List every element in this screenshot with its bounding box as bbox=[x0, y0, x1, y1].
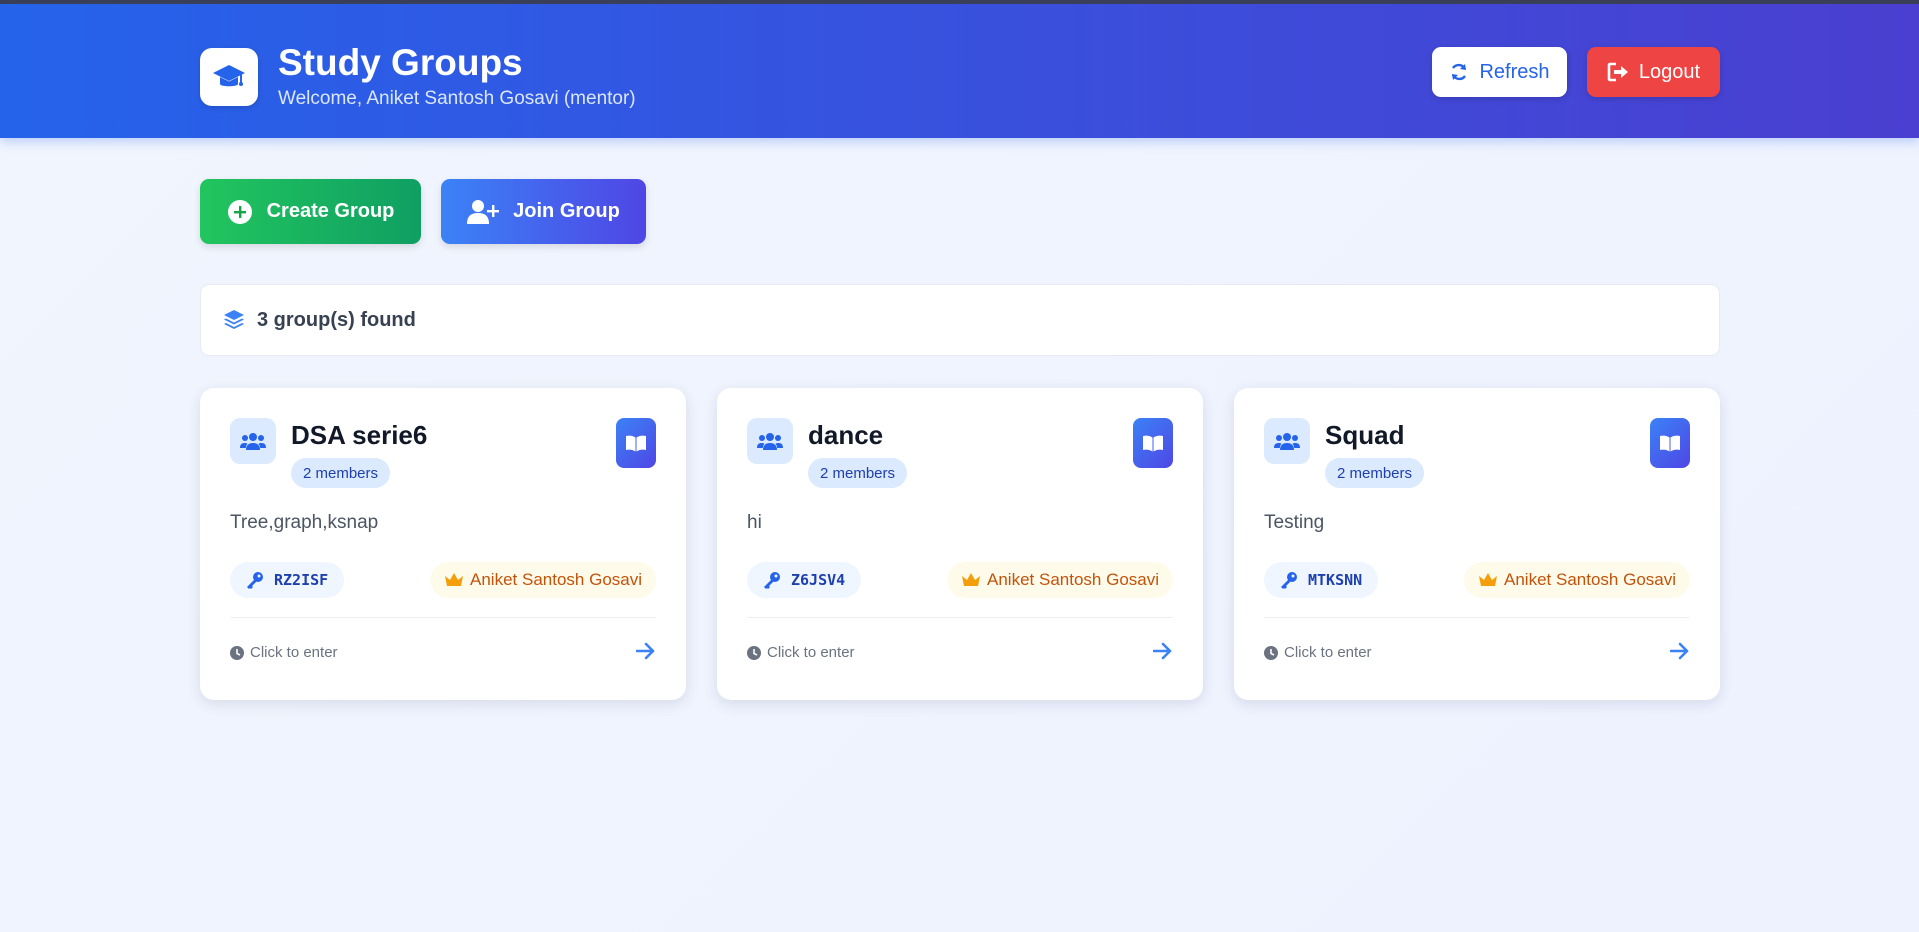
crown-icon bbox=[1479, 573, 1498, 586]
enter-hint: Click to enter bbox=[1264, 644, 1372, 661]
create-group-label: Create Group bbox=[266, 200, 395, 222]
enter-hint: Click to enter bbox=[747, 644, 855, 661]
logout-button[interactable]: Logout bbox=[1587, 47, 1720, 97]
page-title: Study Groups bbox=[278, 42, 523, 83]
owner-badge: Aniket Santosh Gosavi bbox=[1464, 562, 1690, 598]
crown-icon bbox=[962, 573, 981, 586]
group-name: dance bbox=[808, 420, 884, 450]
group-name: Squad bbox=[1325, 420, 1405, 450]
group-card[interactable]: Squad 2 members Testing MTKSNN Aniket Sa… bbox=[1234, 388, 1720, 700]
user-plus-icon bbox=[467, 199, 500, 224]
group-code: MTKSNN bbox=[1308, 571, 1363, 589]
users-icon bbox=[230, 418, 276, 464]
graduation-cap-icon bbox=[200, 48, 258, 106]
key-icon bbox=[247, 572, 263, 589]
card-divider bbox=[747, 617, 1173, 618]
users-icon bbox=[747, 418, 793, 464]
group-card[interactable]: dance 2 members hi Z6JSV4 Aniket Santosh… bbox=[717, 388, 1203, 700]
enter-hint-text: Click to enter bbox=[767, 644, 855, 661]
users-icon bbox=[1264, 418, 1310, 464]
group-description: Testing bbox=[1264, 512, 1325, 533]
clock-icon bbox=[747, 645, 761, 660]
brand-text: Study Groups Welcome, Aniket Santosh Gos… bbox=[278, 42, 636, 112]
owner-name: Aniket Santosh Gosavi bbox=[987, 570, 1159, 589]
arrow-right-icon[interactable] bbox=[1152, 642, 1173, 665]
owner-name: Aniket Santosh Gosavi bbox=[470, 570, 642, 589]
members-badge: 2 members bbox=[1325, 458, 1425, 488]
refresh-button[interactable]: Refresh bbox=[1432, 47, 1567, 97]
clock-icon bbox=[1264, 645, 1278, 660]
group-code: RZ2ISF bbox=[274, 571, 329, 589]
refresh-icon bbox=[1452, 63, 1467, 81]
logout-icon bbox=[1607, 62, 1628, 82]
layers-icon bbox=[224, 310, 244, 329]
key-icon bbox=[1281, 572, 1297, 589]
members-badge: 2 members bbox=[291, 458, 391, 488]
group-description: hi bbox=[747, 512, 762, 533]
members-badge: 2 members bbox=[808, 458, 908, 488]
key-icon bbox=[764, 572, 780, 589]
welcome-text: Welcome, Aniket Santosh Gosavi (mentor) bbox=[278, 88, 636, 109]
enter-hint-text: Click to enter bbox=[1284, 644, 1372, 661]
card-divider bbox=[1264, 617, 1690, 618]
card-divider bbox=[230, 617, 656, 618]
book-icon bbox=[616, 418, 656, 468]
owner-badge: Aniket Santosh Gosavi bbox=[430, 562, 656, 598]
group-name: DSA serie6 bbox=[291, 420, 428, 450]
arrow-right-icon[interactable] bbox=[1669, 642, 1690, 665]
logout-label: Logout bbox=[1638, 60, 1701, 83]
groups-count-bar: 3 group(s) found bbox=[200, 284, 1720, 356]
app-header: Study Groups Welcome, Aniket Santosh Gos… bbox=[0, 4, 1919, 138]
group-card[interactable]: DSA serie6 2 members Tree,graph,ksnap RZ… bbox=[200, 388, 686, 700]
group-code-badge: RZ2ISF bbox=[230, 562, 345, 598]
group-description: Tree,graph,ksnap bbox=[230, 512, 379, 533]
join-group-label: Join Group bbox=[513, 200, 620, 222]
arrow-right-icon[interactable] bbox=[635, 642, 656, 665]
book-icon bbox=[1650, 418, 1690, 468]
enter-hint-text: Click to enter bbox=[250, 644, 338, 661]
group-code-badge: Z6JSV4 bbox=[747, 562, 862, 598]
group-code: Z6JSV4 bbox=[791, 571, 846, 589]
refresh-label: Refresh bbox=[1479, 60, 1550, 83]
clock-icon bbox=[230, 645, 244, 660]
group-code-badge: MTKSNN bbox=[1264, 562, 1379, 598]
groups-count-text: 3 group(s) found bbox=[257, 308, 416, 331]
crown-icon bbox=[445, 573, 464, 586]
owner-badge: Aniket Santosh Gosavi bbox=[947, 562, 1173, 598]
join-group-button[interactable]: Join Group bbox=[441, 179, 646, 244]
enter-hint: Click to enter bbox=[230, 644, 338, 661]
plus-circle-icon bbox=[227, 199, 252, 224]
create-group-button[interactable]: Create Group bbox=[200, 179, 421, 244]
book-icon bbox=[1133, 418, 1173, 468]
brand: Study Groups Welcome, Aniket Santosh Gos… bbox=[200, 42, 636, 112]
owner-name: Aniket Santosh Gosavi bbox=[1504, 570, 1676, 589]
